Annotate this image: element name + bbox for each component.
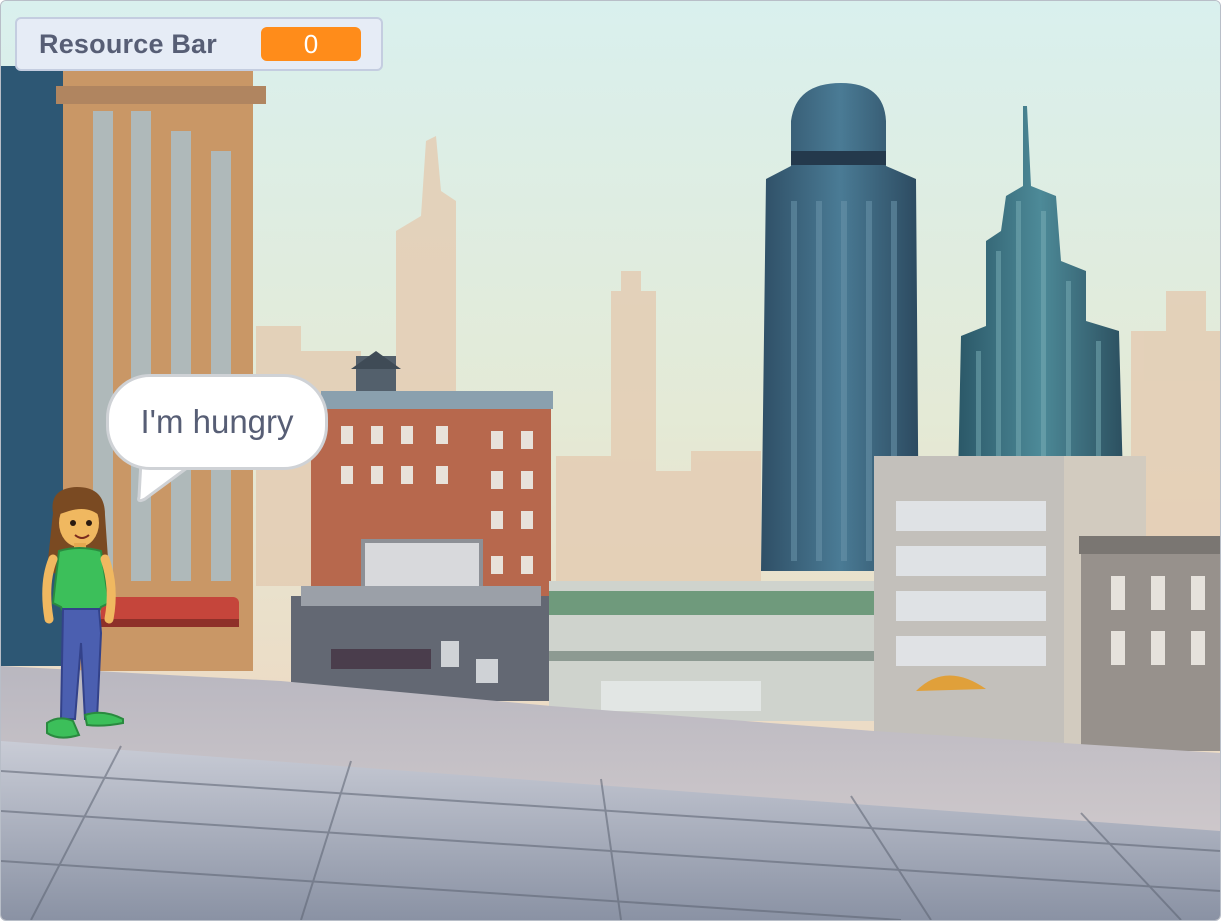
stage-canvas[interactable]: Resource Bar 0 I'm hungry [0, 0, 1221, 921]
girl-sprite[interactable] [39, 483, 135, 745]
speech-bubble-text: I'm hungry [140, 403, 294, 440]
speech-bubble: I'm hungry [106, 374, 328, 470]
monitor-label: Resource Bar [39, 28, 217, 59]
resource-bar-monitor[interactable]: Resource Bar 0 [15, 17, 383, 71]
monitor-value: 0 [261, 27, 361, 61]
